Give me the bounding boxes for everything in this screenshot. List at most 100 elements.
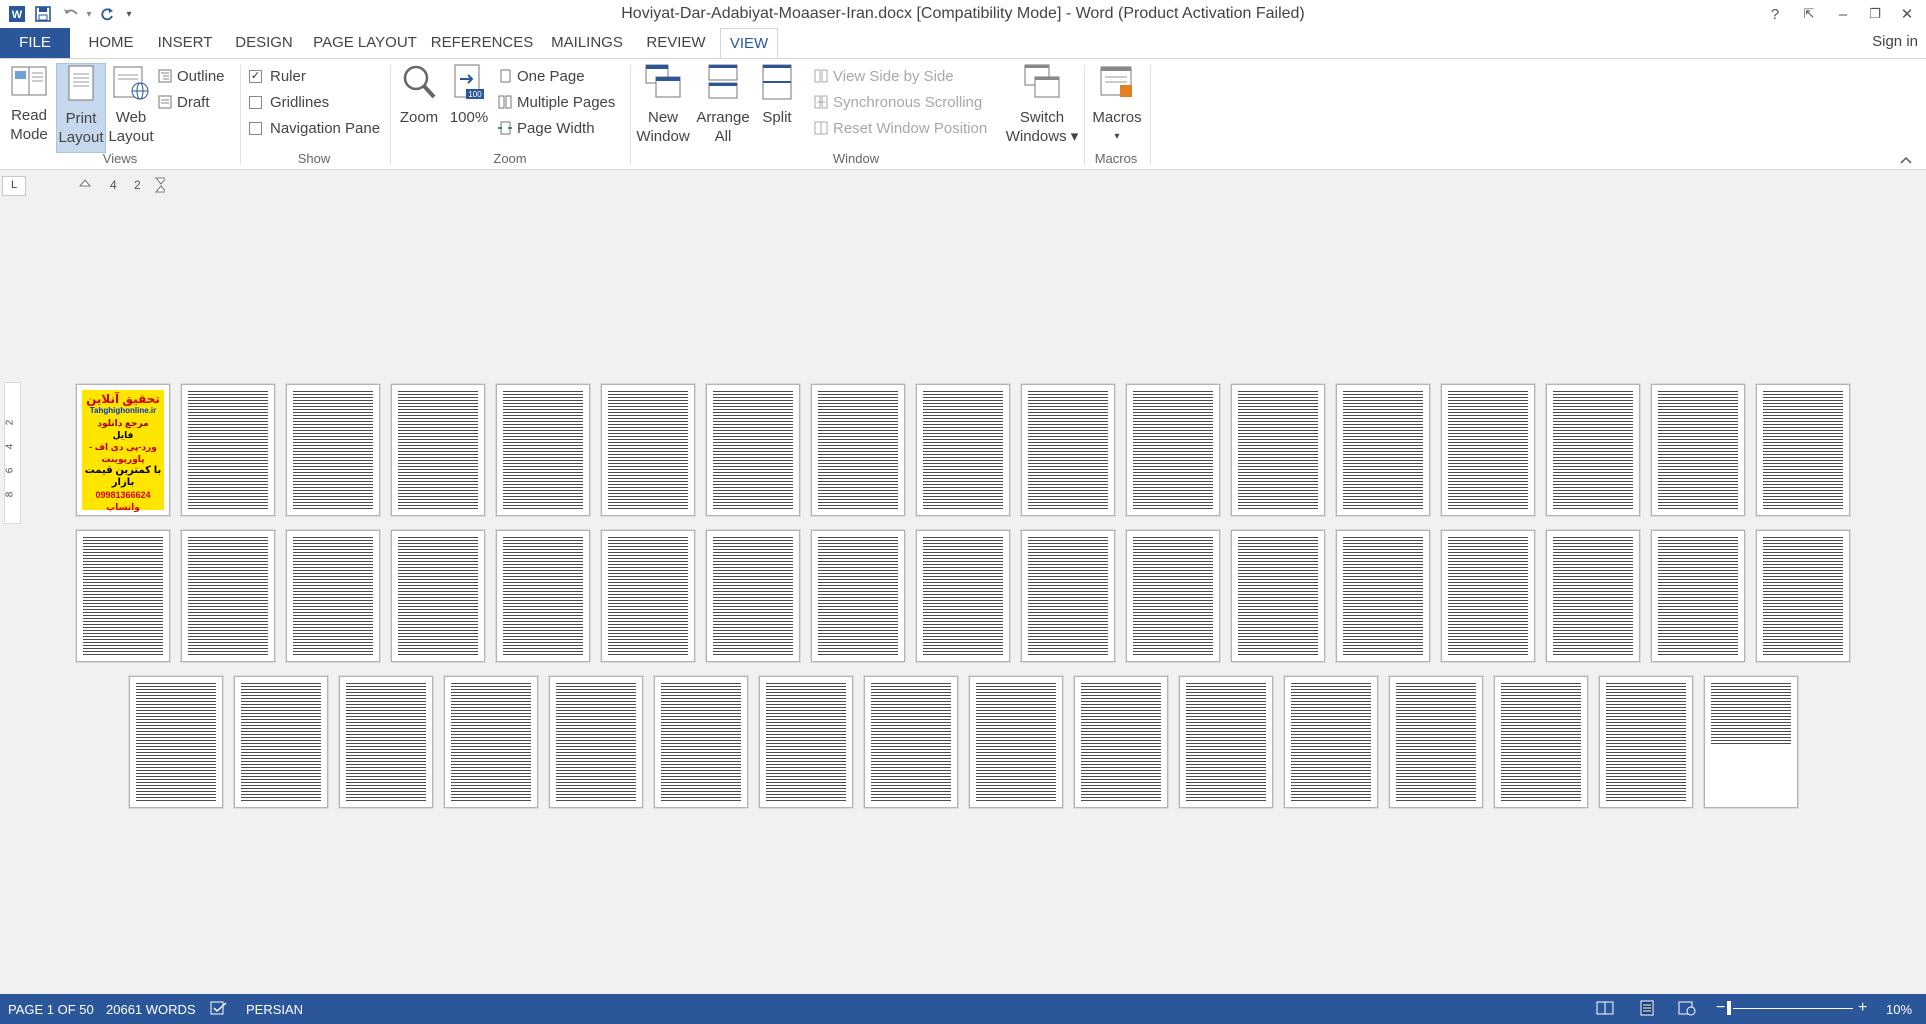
- document-page-49[interactable]: [1599, 676, 1693, 808]
- tab-design[interactable]: DESIGN: [228, 28, 300, 58]
- document-page-15[interactable]: [1546, 384, 1640, 516]
- document-page-4[interactable]: [391, 384, 485, 516]
- proofing-icon[interactable]: [210, 1000, 228, 1016]
- document-page-12[interactable]: [1231, 384, 1325, 516]
- document-page-25[interactable]: [811, 530, 905, 662]
- switch-windows-button[interactable]: Switch Windows ▾: [1004, 63, 1080, 146]
- save-icon[interactable]: [32, 3, 54, 25]
- tab-mailings[interactable]: MAILINGS: [544, 28, 630, 58]
- zoom-in-button[interactable]: +: [1858, 999, 1867, 1017]
- redo-icon[interactable]: [96, 3, 118, 25]
- split-button[interactable]: Split: [756, 63, 798, 127]
- document-page-23[interactable]: [601, 530, 695, 662]
- document-page-10[interactable]: [1021, 384, 1115, 516]
- ribbon-display-options-button[interactable]: ⇱: [1794, 2, 1824, 26]
- zoom-100-button[interactable]: 100 100%: [448, 63, 490, 127]
- document-page-29[interactable]: [1231, 530, 1325, 662]
- read-mode-button[interactable]: Read Mode: [4, 63, 54, 144]
- zoom-out-button[interactable]: −: [1716, 999, 1725, 1017]
- document-page-42[interactable]: [864, 676, 958, 808]
- macros-button[interactable]: Macros ▾: [1090, 63, 1144, 146]
- document-page-36[interactable]: [234, 676, 328, 808]
- word-app-icon[interactable]: W: [6, 3, 28, 25]
- one-page-button[interactable]: One Page: [498, 65, 585, 87]
- language-status[interactable]: PERSIAN: [246, 1002, 303, 1017]
- document-page-48[interactable]: [1494, 676, 1588, 808]
- ruler-checkbox[interactable]: ✓ Ruler: [249, 65, 306, 87]
- document-page-27[interactable]: [1021, 530, 1115, 662]
- navigation-pane-checkbox[interactable]: Navigation Pane: [249, 117, 380, 139]
- document-page-22[interactable]: [496, 530, 590, 662]
- zoom-slider-track[interactable]: [1733, 1008, 1853, 1009]
- document-page-11[interactable]: [1126, 384, 1220, 516]
- tab-review[interactable]: REVIEW: [640, 28, 712, 58]
- document-page-32[interactable]: [1546, 530, 1640, 662]
- gridlines-checkbox[interactable]: Gridlines: [249, 91, 329, 113]
- print-layout-view-icon[interactable]: [1638, 1000, 1656, 1016]
- zoom-button[interactable]: Zoom: [396, 63, 442, 127]
- document-page-34[interactable]: [1756, 530, 1850, 662]
- document-page-24[interactable]: [706, 530, 800, 662]
- document-page-30[interactable]: [1336, 530, 1430, 662]
- print-layout-button[interactable]: Print Layout: [56, 63, 106, 153]
- customize-qat-icon[interactable]: ▾: [118, 3, 140, 25]
- multiple-pages-button[interactable]: Multiple Pages: [498, 91, 615, 113]
- document-page-46[interactable]: [1284, 676, 1378, 808]
- document-page-50[interactable]: [1704, 676, 1798, 808]
- document-page-17[interactable]: [1756, 384, 1850, 516]
- document-page-3[interactable]: [286, 384, 380, 516]
- synchronous-scrolling-button[interactable]: Synchronous Scrolling: [814, 91, 982, 113]
- reset-window-position-button[interactable]: Reset Window Position: [814, 117, 987, 139]
- document-page-41[interactable]: [759, 676, 853, 808]
- tab-insert[interactable]: INSERT: [152, 28, 218, 58]
- document-page-7[interactable]: [706, 384, 800, 516]
- document-page-31[interactable]: [1441, 530, 1535, 662]
- document-page-6[interactable]: [601, 384, 695, 516]
- document-page-19[interactable]: [181, 530, 275, 662]
- close-button[interactable]: ✕: [1892, 2, 1922, 26]
- document-page-13[interactable]: [1336, 384, 1430, 516]
- document-page-43[interactable]: [969, 676, 1063, 808]
- zoom-slider-thumb[interactable]: [1727, 1001, 1731, 1015]
- tab-page-layout[interactable]: PAGE LAYOUT: [310, 28, 420, 58]
- minimize-button[interactable]: –: [1828, 2, 1858, 26]
- view-side-by-side-button[interactable]: View Side by Side: [814, 65, 954, 87]
- draft-button[interactable]: Draft: [158, 91, 210, 113]
- sign-in-link[interactable]: Sign in: [1872, 33, 1918, 50]
- tab-view[interactable]: VIEW: [720, 28, 778, 59]
- collapse-ribbon-icon[interactable]: [1900, 151, 1912, 167]
- arrange-all-button[interactable]: Arrange All: [694, 63, 752, 146]
- document-page-37[interactable]: [339, 676, 433, 808]
- horizontal-ruler[interactable]: 4 2: [70, 177, 165, 193]
- web-layout-view-icon[interactable]: [1678, 1000, 1696, 1016]
- document-canvas[interactable]: تحقیق آنلاین Tahghighonline.ir مرجع دانل…: [0, 196, 1926, 994]
- restore-button[interactable]: ❐: [1860, 2, 1890, 26]
- document-page-8[interactable]: [811, 384, 905, 516]
- tab-selector[interactable]: L: [2, 176, 26, 196]
- document-page-20[interactable]: [286, 530, 380, 662]
- document-page-5[interactable]: [496, 384, 590, 516]
- page-width-button[interactable]: Page Width: [498, 117, 595, 139]
- tab-home[interactable]: HOME: [80, 28, 142, 58]
- document-page-33[interactable]: [1651, 530, 1745, 662]
- document-page-16[interactable]: [1651, 384, 1745, 516]
- document-page-35[interactable]: [129, 676, 223, 808]
- document-page-45[interactable]: [1179, 676, 1273, 808]
- document-page-26[interactable]: [916, 530, 1010, 662]
- read-mode-view-icon[interactable]: [1596, 1000, 1614, 1016]
- word-count-status[interactable]: 20661 WORDS: [106, 1002, 196, 1017]
- document-page-28[interactable]: [1126, 530, 1220, 662]
- page-count-status[interactable]: PAGE 1 OF 50: [8, 1002, 94, 1017]
- document-page-21[interactable]: [391, 530, 485, 662]
- document-page-18[interactable]: [76, 530, 170, 662]
- document-page-44[interactable]: [1074, 676, 1168, 808]
- outline-button[interactable]: Outline: [158, 65, 225, 87]
- document-page-39[interactable]: [549, 676, 643, 808]
- document-page-38[interactable]: [444, 676, 538, 808]
- document-page-1[interactable]: تحقیق آنلاین Tahghighonline.ir مرجع دانل…: [76, 384, 170, 516]
- document-page-40[interactable]: [654, 676, 748, 808]
- document-page-14[interactable]: [1441, 384, 1535, 516]
- document-page-9[interactable]: [916, 384, 1010, 516]
- help-button[interactable]: ?: [1760, 2, 1790, 26]
- new-window-button[interactable]: New Window: [634, 63, 692, 146]
